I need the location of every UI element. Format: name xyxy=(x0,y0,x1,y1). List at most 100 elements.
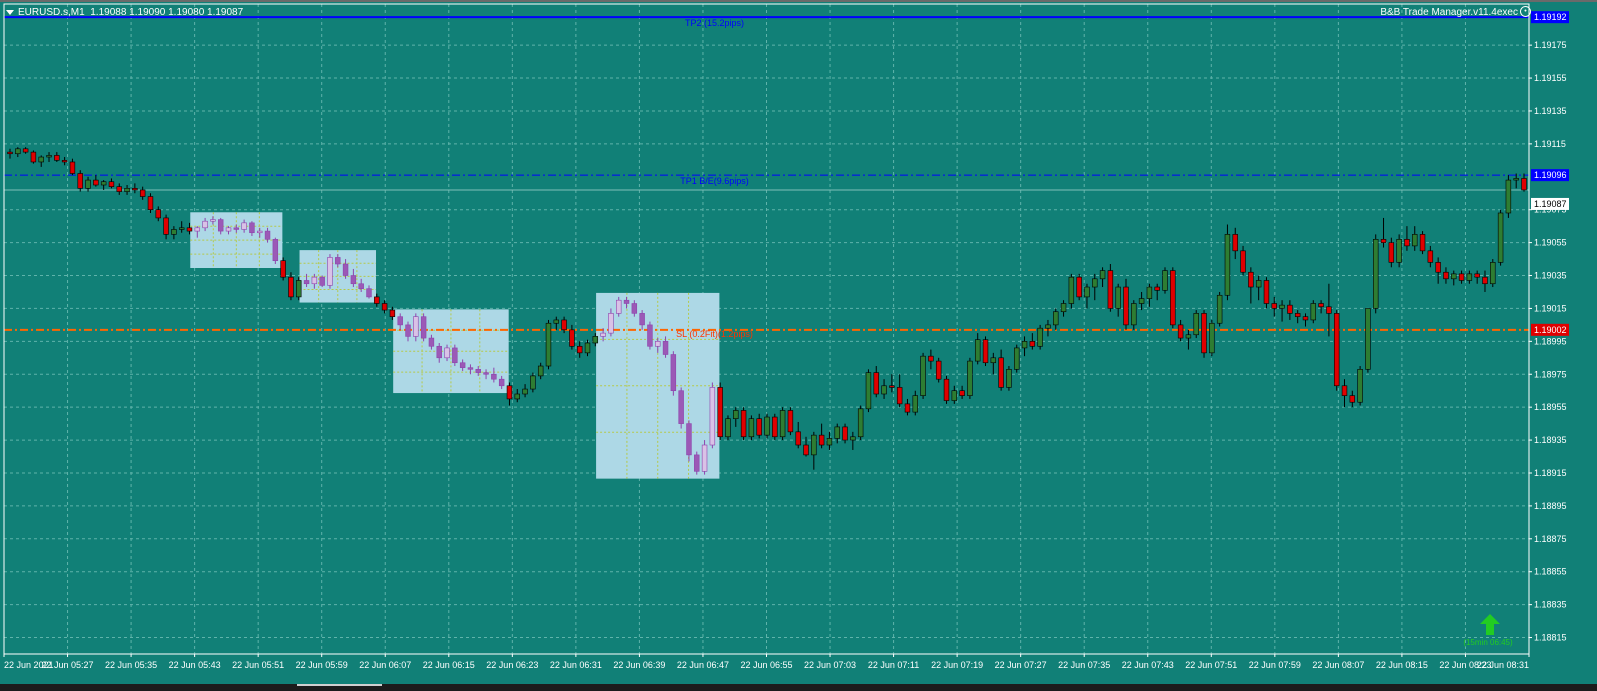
candle-body xyxy=(506,385,513,400)
supply-zone[interactable] xyxy=(393,309,509,394)
candle xyxy=(38,155,44,167)
candle xyxy=(296,277,302,301)
price-tick-label: 1.18855 xyxy=(1534,567,1567,577)
candle-body xyxy=(15,148,21,155)
time-axis[interactable]: 22 Jun 202122 Jun 05:27 22 Jun 05:35 22 Ju… xyxy=(3,654,1530,670)
candle xyxy=(1185,329,1192,350)
price-tags: 1.19192 1.19096 1.19087 1.19002 xyxy=(1531,11,1569,336)
candle-body xyxy=(38,156,44,163)
candle xyxy=(1466,270,1473,284)
price-tick-label: 1.19175 xyxy=(1534,40,1567,50)
candle-body xyxy=(1232,234,1238,252)
candle xyxy=(850,431,856,450)
candle-body xyxy=(545,322,552,367)
candle-body xyxy=(1521,178,1527,191)
candle-body xyxy=(1302,316,1309,321)
candle-body xyxy=(217,219,224,232)
price-chart[interactable]: TP2 (15.2pips) TP1 B/E(9.6pips) SL (0.2F… xyxy=(0,0,1597,691)
candle xyxy=(569,324,575,350)
candle-body xyxy=(1435,262,1441,273)
candle-body xyxy=(522,388,528,395)
candle-body xyxy=(1123,286,1129,326)
candle xyxy=(1255,275,1262,301)
candle xyxy=(124,185,130,195)
candle xyxy=(1318,300,1324,314)
candle-body xyxy=(1357,369,1363,403)
candle-body xyxy=(1092,278,1098,288)
candle-body xyxy=(889,385,895,388)
candle xyxy=(1419,231,1426,255)
candle-body xyxy=(296,280,302,298)
candle xyxy=(1263,277,1270,309)
candle xyxy=(288,272,294,301)
candle xyxy=(1021,336,1028,357)
candle-body xyxy=(803,444,809,456)
time-tick-label: 22 Jun 07:19 xyxy=(931,660,983,670)
candle-body xyxy=(647,324,653,347)
candle xyxy=(1037,324,1043,350)
candle xyxy=(1396,234,1402,268)
candle-body xyxy=(920,355,926,396)
candle-body xyxy=(561,319,567,331)
candle-body xyxy=(959,390,965,396)
candle-body xyxy=(1404,239,1410,247)
candle-body xyxy=(428,337,435,347)
candle-body xyxy=(272,239,279,262)
expert-advisor-name[interactable]: B&B Trade Manager.v11.4exec • xyxy=(1380,6,1531,18)
candle-body xyxy=(514,393,520,400)
candle-body xyxy=(709,387,716,446)
candle xyxy=(46,152,52,162)
candle xyxy=(420,313,427,342)
time-tick-label: 22 Jun 05:35 xyxy=(105,660,157,670)
time-tick-label: 22 Jun 07:11 xyxy=(868,660,919,670)
candle xyxy=(811,431,817,470)
supply-zone[interactable] xyxy=(596,292,720,479)
candle-body xyxy=(178,227,185,230)
price-tick-label: 1.19115 xyxy=(1534,139,1566,149)
price-tick-label: 1.18935 xyxy=(1534,435,1567,445)
candle xyxy=(1029,333,1036,350)
candle xyxy=(116,183,122,195)
candle xyxy=(826,431,833,450)
candle-body xyxy=(171,229,177,235)
candle-body xyxy=(491,373,497,380)
candle-body xyxy=(1201,313,1207,354)
candle-body xyxy=(748,418,755,438)
candle-body xyxy=(912,395,918,413)
candle-body xyxy=(1349,395,1356,403)
chevron-down-icon[interactable] xyxy=(6,9,14,15)
candle-body xyxy=(1084,286,1090,298)
candle-body xyxy=(46,155,52,158)
candle-body xyxy=(1318,303,1324,308)
candle xyxy=(709,382,716,449)
symbol-info[interactable]: EURUSD.s,M1 1.19088 1.19090 1.19080 1.19… xyxy=(6,7,243,18)
candle xyxy=(61,157,68,166)
candle-body xyxy=(366,288,372,298)
candle xyxy=(30,150,37,164)
candle xyxy=(1279,300,1285,322)
candle xyxy=(1474,270,1480,284)
candle-body xyxy=(444,347,450,359)
time-tick-label: 22 Jun 05:51 xyxy=(232,660,284,670)
candle-body xyxy=(335,257,341,265)
candle-body xyxy=(483,372,489,375)
candle-body xyxy=(54,155,60,161)
candle-body xyxy=(1443,271,1449,280)
candle xyxy=(647,321,653,350)
supply-zone[interactable] xyxy=(190,212,283,268)
price-axis[interactable]: 1.191751.191551.191351.191151.190751.190… xyxy=(1529,40,1567,643)
candle-body xyxy=(498,378,505,387)
candle xyxy=(1131,300,1137,330)
candle xyxy=(530,372,536,393)
candle-body xyxy=(467,367,474,370)
candle-body xyxy=(553,319,560,324)
candle-body xyxy=(1388,242,1395,263)
bid-price-text: 1.19087 xyxy=(1534,199,1567,209)
chart-window[interactable]: TP2 (15.2pips) TP1 B/E(9.6pips) SL (0.2F… xyxy=(0,0,1597,691)
candle-body xyxy=(30,151,37,163)
candle xyxy=(678,387,684,429)
candle-body xyxy=(108,181,115,187)
candle xyxy=(756,413,762,439)
up-arrow-icon[interactable] xyxy=(1480,614,1500,635)
candle-body xyxy=(288,276,294,298)
